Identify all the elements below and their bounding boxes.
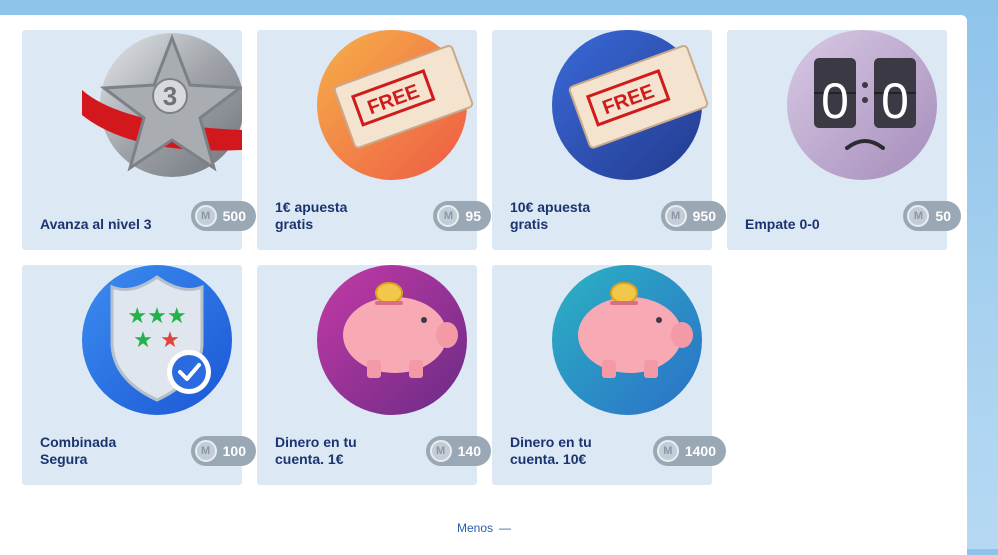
svg-text:★: ★ xyxy=(133,327,153,352)
coin-icon: M xyxy=(907,205,930,227)
svg-text:★: ★ xyxy=(160,327,180,352)
svg-text:0: 0 xyxy=(821,73,849,129)
reward-label: Combinada Segura xyxy=(40,434,117,467)
price-badge: M 100 xyxy=(190,436,256,466)
coin-icon: M xyxy=(194,440,217,462)
reward-card-cash-10[interactable]: Dinero en tu cuenta. 10€ M 1400 xyxy=(492,265,726,485)
reward-label: Avanza al nivel 3 xyxy=(40,216,152,232)
price-badge: M 140 xyxy=(425,436,491,466)
coin-icon: M xyxy=(656,440,679,462)
price-badge: M 95 xyxy=(433,201,491,231)
coin-icon: M xyxy=(664,205,687,227)
reward-card-safe-combo[interactable]: ★★★ ★ ★ Combinada Segura M 100 xyxy=(22,265,256,485)
reward-label: 1€ apuesta gratis xyxy=(275,199,348,232)
price-value: 50 xyxy=(935,208,951,224)
reward-label: 10€ apuesta gratis xyxy=(510,199,591,232)
reward-card-cash-1[interactable]: Dinero en tu cuenta. 1€ M 140 xyxy=(257,265,491,485)
price-value: 500 xyxy=(222,208,246,224)
svg-text:3: 3 xyxy=(163,81,177,111)
minus-icon: — xyxy=(499,521,512,535)
reward-card-level-3[interactable]: 3 Avanza al nivel 3 M 500 xyxy=(22,30,256,250)
price-badge: M 950 xyxy=(660,201,726,231)
reward-label: Empate 0-0 xyxy=(745,216,820,232)
reward-label: Dinero en tu cuenta. 1€ xyxy=(275,434,357,467)
price-value: 95 xyxy=(465,208,481,224)
price-value: 100 xyxy=(222,443,246,459)
reward-card-draw-0-0[interactable]: 0 0 Empate 0-0 M 50 xyxy=(727,30,961,250)
coin-icon: M xyxy=(194,205,217,227)
scoreboard-sad-icon: 0 0 xyxy=(787,30,947,180)
silver-star-level-3-icon: 3 xyxy=(82,30,242,180)
coin-icon: M xyxy=(429,440,452,462)
svg-text:★★★: ★★★ xyxy=(127,303,186,328)
show-less-link[interactable]: Menos — xyxy=(457,521,511,535)
price-value: 140 xyxy=(457,443,481,459)
reward-label: Dinero en tu cuenta. 10€ xyxy=(510,434,592,467)
piggy-bank-icon xyxy=(552,265,712,415)
price-badge: M 500 xyxy=(190,201,256,231)
piggy-bank-icon xyxy=(317,265,477,415)
reward-card-free-bet-1[interactable]: FREE 1€ apuesta gratis M 95 xyxy=(257,30,491,250)
shield-check-icon: ★★★ ★ ★ xyxy=(82,265,242,415)
price-value: 950 xyxy=(692,208,716,224)
price-value: 1400 xyxy=(684,443,716,459)
coin-icon: M xyxy=(437,205,460,227)
price-badge: M 50 xyxy=(903,201,961,231)
reward-card-free-bet-10[interactable]: FREE 10€ apuesta gratis M 950 xyxy=(492,30,726,250)
price-badge: M 1400 xyxy=(652,436,726,466)
svg-text:0: 0 xyxy=(881,73,909,129)
free-ticket-icon: FREE xyxy=(317,30,477,180)
free-ticket-icon: FREE xyxy=(552,30,712,180)
show-less-label: Menos xyxy=(457,521,494,535)
